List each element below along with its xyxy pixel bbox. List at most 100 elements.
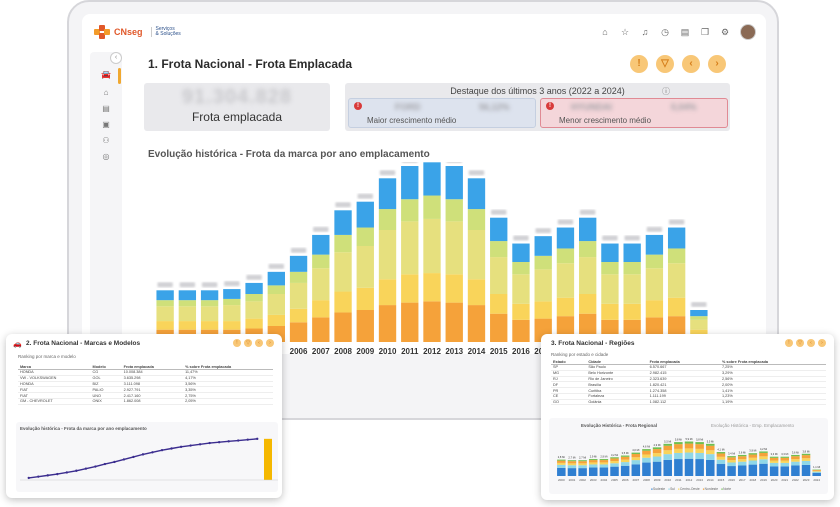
bar-segment-2013-1[interactable] [445, 274, 463, 303]
bar-segment-2023-4[interactable] [667, 227, 686, 249]
bar-segment[interactable] [801, 460, 811, 465]
bar-segment-2006-1[interactable] [289, 308, 308, 323]
bar-segment[interactable] [791, 459, 800, 462]
bar-segment-2011-3[interactable] [401, 199, 419, 222]
bar-segment[interactable] [610, 466, 619, 476]
bar-segment-2007-3[interactable] [312, 254, 330, 269]
bar-segment[interactable] [759, 451, 768, 453]
bar-segment[interactable] [631, 457, 641, 461]
bar-segment[interactable] [663, 443, 672, 446]
bar-segment-2015-3[interactable] [490, 241, 508, 258]
bar-segment[interactable] [801, 453, 811, 456]
bar-segment-2008-2[interactable] [334, 252, 352, 292]
bar-segment[interactable] [557, 462, 566, 465]
bar-segment-2005-4[interactable] [267, 271, 285, 286]
bar-segment-2002-2[interactable] [200, 306, 219, 322]
bar-segment-2019-3[interactable] [579, 241, 597, 258]
bar-segment[interactable] [695, 444, 704, 449]
bar-segment[interactable] [748, 460, 758, 465]
bar-segment-2001-1[interactable] [178, 321, 197, 330]
bar-segment[interactable] [631, 464, 641, 476]
previous-page-button[interactable]: ‹ [682, 55, 700, 73]
filter-button[interactable]: ▽ [796, 339, 804, 347]
bar-segment-2004-4[interactable] [245, 282, 263, 294]
bar-segment[interactable] [737, 461, 747, 466]
bar-segment-2022-1[interactable] [645, 300, 664, 318]
bar-segment-2009-1[interactable] [356, 287, 374, 310]
bar-segment-2022-2[interactable] [645, 268, 664, 301]
bar-segment-2019-4[interactable] [579, 217, 597, 242]
bar-segment[interactable] [588, 460, 598, 463]
bar-segment[interactable] [759, 459, 768, 464]
bar-segment-2005-2[interactable] [267, 294, 285, 315]
bar-segment-2002-4[interactable] [200, 290, 219, 301]
bar-segment-2022-4[interactable] [645, 234, 664, 255]
bar-segment-2011-2[interactable] [401, 221, 419, 275]
bar-segment-2002-3[interactable] [200, 300, 219, 307]
bar-segment[interactable] [716, 464, 726, 476]
brand-logo[interactable]: CNseg Serviços & Soluções [94, 25, 181, 39]
copy-icon[interactable]: ❐ [700, 27, 710, 37]
car-icon[interactable]: 🚘 [100, 70, 112, 80]
bar-segment[interactable] [578, 461, 587, 464]
bar-segment[interactable] [631, 460, 641, 465]
legend-item[interactable]: ●Sul [668, 487, 675, 491]
bar-segment[interactable] [812, 471, 821, 473]
bar-segment-2012-3[interactable] [423, 195, 441, 219]
bar-segment[interactable] [706, 459, 715, 476]
table-row[interactable]: GM - CHEVROLET ONIX 1.862.008 2,05% [18, 398, 273, 405]
grid-icon[interactable]: ▣ [100, 120, 112, 130]
bar-segment[interactable] [567, 460, 577, 462]
bar-segment[interactable] [706, 450, 715, 455]
info-button[interactable]: ! [233, 339, 241, 347]
bar-segment-2010-1[interactable] [378, 279, 397, 306]
bar-segment-2004-2[interactable] [245, 301, 263, 319]
bar-segment-2009-4[interactable] [356, 201, 374, 228]
bar-segment[interactable] [716, 456, 726, 460]
bar-segment[interactable] [674, 442, 683, 445]
bar-segment[interactable] [588, 464, 598, 468]
table-row[interactable]: GO Goiânia 1.082.112 1,19% [551, 399, 826, 406]
filter-button[interactable]: ▽ [244, 339, 252, 347]
bar-segment[interactable] [706, 445, 715, 451]
bar-segment[interactable] [620, 462, 630, 466]
bar-segment[interactable] [801, 464, 811, 476]
bar-segment[interactable] [737, 459, 747, 462]
bar-segment[interactable] [780, 466, 790, 476]
bar-segment-2010-0[interactable] [378, 305, 397, 342]
bar-segment[interactable] [748, 457, 758, 461]
bar-segment[interactable] [801, 455, 811, 459]
bar-segment-2011-0[interactable] [401, 302, 419, 342]
bar-segment[interactable] [642, 462, 651, 476]
bar-segment-2011-4[interactable] [401, 166, 419, 200]
bar-segment-2021-1[interactable] [623, 303, 641, 320]
bar-segment[interactable] [642, 450, 651, 455]
bar-segment-2015-2[interactable] [490, 257, 508, 294]
bar-segment-2007-2[interactable] [312, 268, 330, 301]
bar-segment[interactable] [695, 448, 704, 453]
bar-segment[interactable] [663, 450, 672, 455]
bar-segment-2003-1[interactable] [223, 321, 241, 330]
bar-segment[interactable] [791, 461, 800, 466]
bar-segment-2004-1[interactable] [245, 318, 263, 329]
bar-segment[interactable] [599, 467, 609, 476]
next-page-button[interactable]: › [266, 339, 274, 347]
bar-segment-2015-4[interactable] [490, 217, 508, 242]
bar-segment[interactable] [791, 454, 800, 457]
bar-segment[interactable] [674, 459, 683, 476]
bar-segment[interactable] [727, 462, 736, 467]
bar-segment-2019-2[interactable] [579, 257, 597, 294]
bar-segment-2015-1[interactable] [490, 294, 508, 314]
bar-segment[interactable] [610, 458, 619, 462]
legend-item[interactable]: ●Centro-Oeste [678, 487, 700, 491]
bar-segment-2003-4[interactable] [223, 289, 241, 299]
bar-segment-2002-1[interactable] [200, 321, 219, 330]
bar-segment-2024-3[interactable] [690, 316, 708, 320]
bar-segment-2023-2[interactable] [667, 263, 686, 298]
bar-segment[interactable] [727, 456, 736, 458]
bar-segment[interactable] [588, 459, 598, 461]
bar-segment-2019-1[interactable] [579, 294, 597, 314]
people-icon[interactable]: ⚇ [100, 136, 112, 146]
bar-segment-2013-4[interactable] [445, 166, 463, 200]
highlight-bar[interactable] [264, 438, 272, 480]
